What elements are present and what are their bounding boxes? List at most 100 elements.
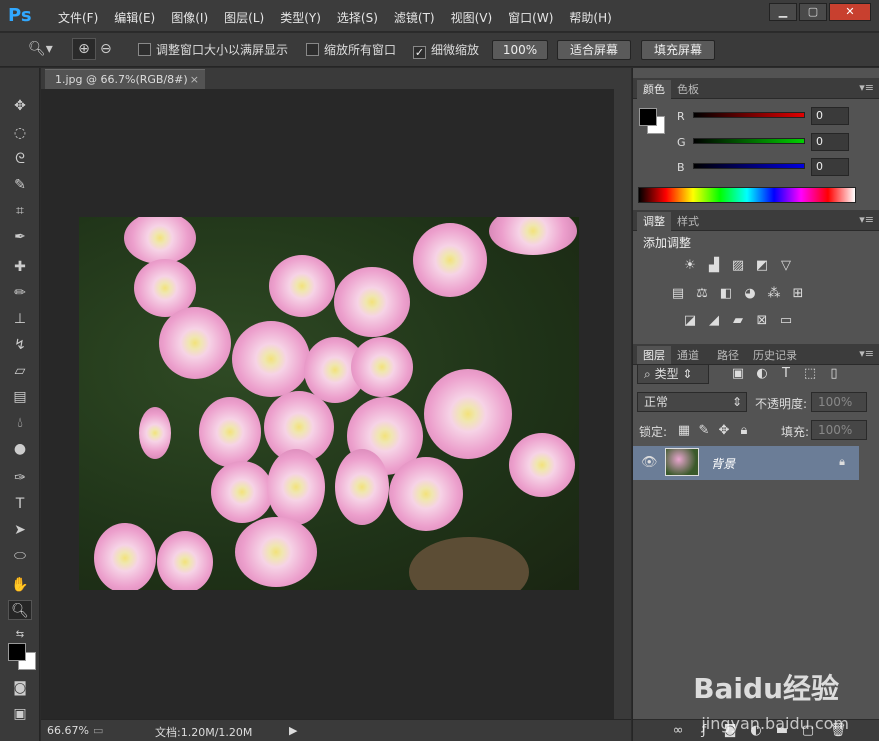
dodge-tool-icon[interactable]: ● bbox=[8, 439, 32, 459]
resize-windows-checkbox[interactable] bbox=[138, 43, 151, 56]
menu-item[interactable]: 窗口(W) bbox=[500, 9, 561, 26]
zoom-all-checkbox[interactable] bbox=[306, 43, 319, 56]
close-button[interactable]: ✕ bbox=[829, 3, 871, 21]
pen-tool-icon[interactable]: ✑ bbox=[8, 468, 32, 488]
flower-photo[interactable] bbox=[79, 217, 579, 590]
gradient-tool-icon[interactable]: ▤ bbox=[8, 387, 32, 407]
brush-tool-icon[interactable]: ✏ bbox=[8, 283, 32, 303]
canvas-scrollbar[interactable] bbox=[614, 89, 631, 719]
color-spectrum-ramp[interactable] bbox=[638, 187, 856, 203]
marquee-tool-icon[interactable]: ◌ bbox=[8, 123, 32, 143]
tab-history[interactable]: 历史记录 bbox=[753, 347, 797, 363]
blue-value-input[interactable]: 0 bbox=[811, 158, 849, 176]
vibrance-icon[interactable]: ▽ bbox=[777, 258, 795, 274]
filter-type-icon[interactable]: T bbox=[777, 366, 795, 382]
brightness-contrast-icon[interactable]: ☀ bbox=[681, 258, 699, 274]
blend-mode-select[interactable]: 正常 ⇕ bbox=[637, 392, 747, 412]
tab-styles[interactable]: 样式 bbox=[677, 213, 699, 229]
link-layers-icon[interactable]: ∞ bbox=[669, 723, 687, 739]
levels-icon[interactable]: ▟ bbox=[705, 258, 723, 274]
panel-foreground-swatch[interactable] bbox=[639, 108, 657, 126]
zoom-in-icon[interactable]: ⊕ bbox=[72, 38, 96, 60]
menu-item[interactable]: 滤镜(T) bbox=[386, 9, 443, 26]
zoom-tool-icon[interactable]: 🔍︎ bbox=[8, 600, 32, 620]
tab-color[interactable]: 颜色 bbox=[637, 80, 671, 99]
black-white-icon[interactable]: ◧ bbox=[717, 286, 735, 302]
resize-windows-option[interactable]: 调整窗口大小以满屏显示 bbox=[138, 41, 288, 58]
panel-menu-icon[interactable]: ▾≡ bbox=[859, 213, 874, 226]
move-tool-icon[interactable]: ✥ bbox=[8, 96, 32, 116]
menu-item[interactable]: 类型(Y) bbox=[272, 9, 329, 26]
menu-item[interactable]: 编辑(E) bbox=[106, 9, 163, 26]
threshold-icon[interactable]: ▰ bbox=[729, 313, 747, 329]
invert-icon[interactable]: ◪ bbox=[681, 313, 699, 329]
layer-filter-select[interactable]: ⌕ 类型 ⇕ bbox=[637, 364, 709, 384]
screen-mode-icon[interactable]: ▣ bbox=[8, 704, 32, 724]
menu-item[interactable]: 视图(V) bbox=[443, 9, 501, 26]
tab-adjustments[interactable]: 调整 bbox=[637, 212, 671, 231]
panel-menu-icon[interactable]: ▾≡ bbox=[859, 81, 874, 94]
blue-slider[interactable] bbox=[693, 163, 805, 169]
scrubby-zoom-option[interactable]: ✓ 细微缩放 bbox=[413, 41, 479, 59]
fill-input[interactable]: 100% bbox=[811, 420, 867, 440]
filter-shape-icon[interactable]: ⬚ bbox=[801, 366, 819, 382]
zoom-level[interactable]: 66.67% bbox=[47, 724, 89, 737]
swap-colors-icon[interactable]: ⇆ bbox=[8, 625, 32, 645]
exposure-icon[interactable]: ◩ bbox=[753, 258, 771, 274]
fit-screen-button[interactable]: 适合屏幕 bbox=[557, 40, 631, 60]
blur-tool-icon[interactable]: 💧︎ bbox=[8, 413, 32, 433]
green-value-input[interactable]: 0 bbox=[811, 133, 849, 151]
panel-menu-icon[interactable]: ▾≡ bbox=[859, 347, 874, 360]
red-value-input[interactable]: 0 bbox=[811, 107, 849, 125]
menu-item[interactable]: 选择(S) bbox=[329, 9, 386, 26]
eye-icon[interactable]: 👁︎ bbox=[641, 455, 658, 470]
crop-tool-icon[interactable]: ⌗ bbox=[8, 201, 32, 221]
menu-item[interactable]: 图层(L) bbox=[216, 9, 272, 26]
tab-paths[interactable]: 路径 bbox=[717, 347, 739, 363]
hand-tool-icon[interactable]: ✋ bbox=[8, 575, 32, 595]
menu-item[interactable]: 图像(I) bbox=[163, 9, 216, 26]
layer-name[interactable]: 背景 bbox=[711, 455, 735, 472]
tab-channels[interactable]: 通道 bbox=[677, 347, 699, 363]
hue-saturation-icon[interactable]: ▤ bbox=[669, 286, 687, 302]
selective-color-icon[interactable]: ⊠ bbox=[753, 313, 771, 329]
posterize-icon[interactable]: ◢ bbox=[705, 313, 723, 329]
eraser-tool-icon[interactable]: ▱ bbox=[8, 361, 32, 381]
red-slider[interactable] bbox=[693, 112, 805, 118]
filter-pixel-icon[interactable]: ▣ bbox=[729, 366, 747, 382]
opacity-input[interactable]: 100% bbox=[811, 392, 867, 412]
status-menu-arrow-icon[interactable]: ▶ bbox=[289, 724, 297, 737]
type-tool-icon[interactable]: T bbox=[8, 494, 32, 514]
restore-button[interactable]: ▢ bbox=[799, 3, 827, 21]
ellipse-tool-icon[interactable]: ⬭ bbox=[8, 546, 32, 566]
actual-pixels-button[interactable]: 100% bbox=[492, 40, 548, 60]
foreground-color-swatch[interactable] bbox=[8, 643, 26, 661]
lock-image-icon[interactable]: ✎ bbox=[695, 423, 713, 439]
quick-mask-icon[interactable]: ◙ bbox=[8, 678, 32, 698]
color-lookup-icon[interactable]: ⊞ bbox=[789, 286, 807, 302]
menu-item[interactable]: 帮助(H) bbox=[561, 9, 619, 26]
scrubby-zoom-checkbox[interactable]: ✓ bbox=[413, 46, 426, 59]
filter-smart-object-icon[interactable]: ▯ bbox=[825, 366, 843, 382]
tab-swatches[interactable]: 色板 bbox=[677, 81, 699, 97]
gradient-map-icon[interactable]: ▭ bbox=[777, 313, 795, 329]
filter-adjustment-icon[interactable]: ◐ bbox=[753, 366, 771, 382]
tab-layers[interactable]: 图层 bbox=[637, 346, 671, 365]
eyedropper-tool-icon[interactable]: ✒ bbox=[8, 227, 32, 247]
document-tab[interactable]: 1.jpg @ 66.7%(RGB/8#) × bbox=[45, 69, 205, 89]
lasso-tool-icon[interactable]: ᘓ bbox=[8, 149, 32, 169]
zoom-all-option[interactable]: 缩放所有窗口 bbox=[306, 41, 396, 58]
path-selection-tool-icon[interactable]: ➤ bbox=[8, 520, 32, 540]
lock-all-icon[interactable]: 🔒︎ bbox=[735, 423, 753, 439]
quick-selection-tool-icon[interactable]: ✎ bbox=[8, 175, 32, 195]
zoom-tool-preset-icon[interactable]: 🔍︎▾ bbox=[28, 41, 53, 57]
clone-stamp-tool-icon[interactable]: ⊥ bbox=[8, 309, 32, 329]
zoom-out-icon[interactable]: ⊖ bbox=[100, 41, 112, 57]
history-brush-tool-icon[interactable]: ↯ bbox=[8, 335, 32, 355]
curves-icon[interactable]: ▨ bbox=[729, 258, 747, 274]
menu-item[interactable]: 文件(F) bbox=[50, 9, 106, 26]
photo-filter-icon[interactable]: ◕ bbox=[741, 286, 759, 302]
minimize-button[interactable]: ▁ bbox=[769, 3, 797, 21]
fill-screen-button[interactable]: 填充屏幕 bbox=[641, 40, 715, 60]
green-slider[interactable] bbox=[693, 138, 805, 144]
